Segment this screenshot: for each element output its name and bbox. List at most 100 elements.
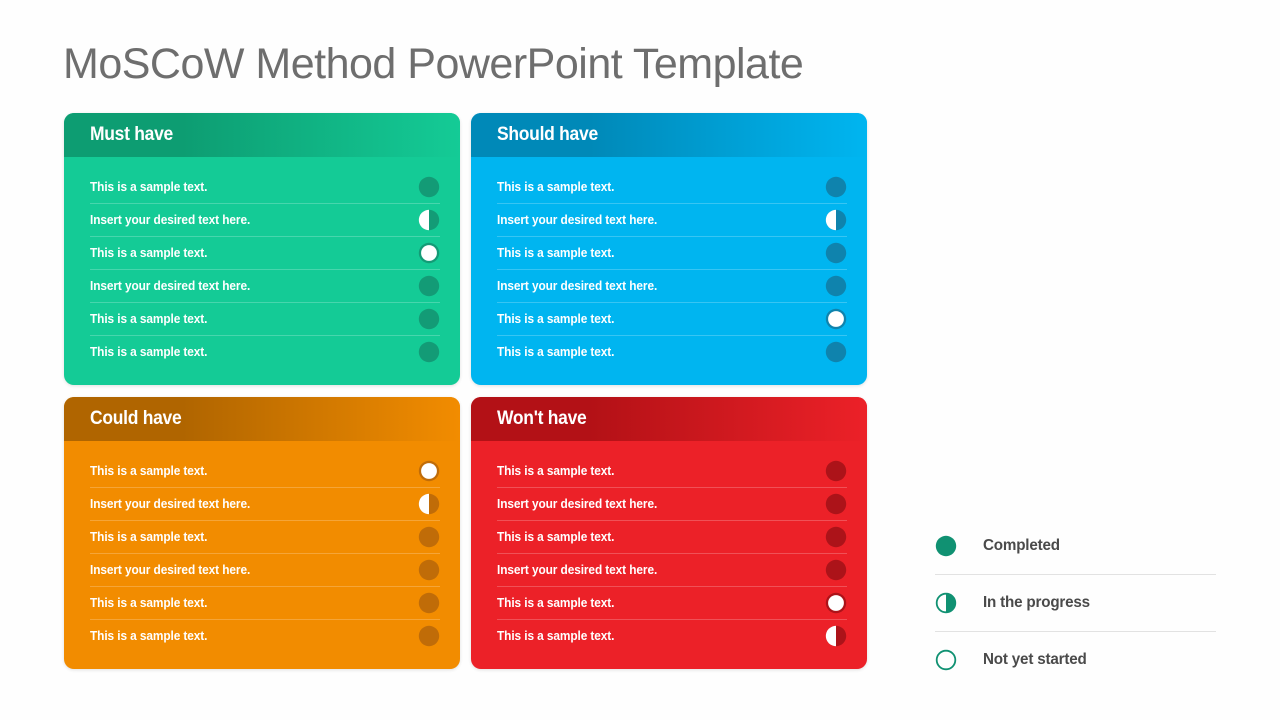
quadrant-row-list: This is a sample text. Insert your desire… — [471, 441, 867, 652]
in-progress-half-circle-icon — [935, 592, 957, 614]
status-in-progress-icon[interactable] — [418, 209, 440, 231]
task-row-label: This is a sample text. — [90, 463, 208, 478]
status-legend: Completed In the progress Not yet started — [935, 517, 1216, 688]
slide-canvas: MoSCoW Method PowerPoint Template Must h… — [0, 0, 1280, 720]
task-row-label: This is a sample text. — [90, 312, 208, 326]
task-row[interactable]: Insert your desired text here. — [90, 553, 440, 586]
quadrant-card-wont-have: Won't have This is a sample text. Insert y… — [471, 397, 867, 669]
status-completed-icon[interactable] — [825, 493, 847, 515]
task-row[interactable]: Insert your desired text here. — [497, 203, 847, 236]
task-row[interactable]: This is a sample text. — [90, 520, 440, 553]
task-row-label: This is a sample text. — [90, 530, 208, 544]
status-completed-icon[interactable] — [418, 625, 440, 647]
status-in-progress-icon[interactable] — [825, 625, 847, 647]
legend-item-completed: Completed — [935, 517, 1216, 574]
quadrant-header-must-have: Must have — [64, 113, 460, 157]
task-row-label: Insert your desired text here. — [90, 213, 251, 227]
task-row-label: This is a sample text. — [497, 312, 615, 326]
task-row[interactable]: Insert your desired text here. — [90, 203, 440, 236]
status-completed-icon[interactable] — [418, 308, 440, 330]
quadrant-title: Could have — [90, 408, 182, 429]
quadrant-header-could-have: Could have — [64, 397, 460, 441]
task-row-label: This is a sample text. — [90, 596, 208, 610]
task-row-label: This is a sample text. — [497, 596, 615, 610]
task-row-label: This is a sample text. — [497, 345, 615, 359]
quadrant-row-list: This is a sample text. Insert your desire… — [64, 441, 460, 652]
task-row-label: Insert your desired text here. — [497, 563, 658, 577]
quadrant-card-must-have: Must have This is a sample text. Insert yo… — [64, 113, 460, 385]
task-row-label: This is a sample text. — [90, 179, 208, 194]
task-row-label: This is a sample text. — [497, 179, 615, 194]
task-row[interactable]: This is a sample text. — [497, 236, 847, 269]
status-completed-icon[interactable] — [418, 592, 440, 614]
moscow-matrix: Must have This is a sample text. Insert yo… — [64, 113, 868, 669]
task-row[interactable]: Insert your desired text here. — [497, 269, 847, 302]
task-row[interactable]: This is a sample text. — [90, 586, 440, 619]
task-row[interactable]: Insert your desired text here. — [497, 553, 847, 586]
status-completed-icon[interactable] — [825, 526, 847, 548]
task-row-label: Insert your desired text here. — [90, 563, 251, 577]
legend-item-label: In the progress — [983, 594, 1090, 611]
task-row[interactable]: Insert your desired text here. — [497, 487, 847, 520]
task-row[interactable]: This is a sample text. — [497, 170, 847, 203]
legend-item-label: Completed — [983, 536, 1060, 554]
legend-item-in-progress: In the progress — [935, 574, 1216, 631]
task-row[interactable]: Insert your desired text here. — [90, 487, 440, 520]
status-completed-icon[interactable] — [418, 275, 440, 297]
status-not-started-icon[interactable] — [418, 460, 440, 482]
task-row[interactable]: This is a sample text. — [90, 619, 440, 652]
task-row[interactable]: This is a sample text. — [497, 619, 847, 652]
status-not-started-icon[interactable] — [825, 592, 847, 614]
status-in-progress-icon[interactable] — [418, 493, 440, 515]
quadrant-title: Won't have — [497, 408, 587, 429]
status-completed-icon[interactable] — [418, 341, 440, 363]
status-completed-icon[interactable] — [418, 176, 440, 198]
quadrant-row-list: This is a sample text. Insert your desire… — [64, 157, 460, 368]
status-in-progress-icon[interactable] — [825, 209, 847, 231]
task-row-label: Insert your desired text here. — [90, 279, 251, 293]
task-row[interactable]: This is a sample text. — [497, 454, 847, 487]
status-completed-icon[interactable] — [825, 275, 847, 297]
status-completed-icon[interactable] — [418, 526, 440, 548]
task-row-label: Insert your desired text here. — [497, 497, 658, 511]
task-row-label: This is a sample text. — [497, 463, 615, 478]
completed-circle-icon — [935, 535, 957, 557]
task-row[interactable]: This is a sample text. — [90, 302, 440, 335]
task-row-label: This is a sample text. — [497, 246, 615, 260]
status-completed-icon[interactable] — [825, 176, 847, 198]
task-row-label: This is a sample text. — [497, 629, 615, 643]
task-row-label: This is a sample text. — [90, 345, 208, 359]
status-completed-icon[interactable] — [418, 559, 440, 581]
legend-item-label: Not yet started — [983, 651, 1087, 668]
task-row[interactable]: This is a sample text. — [497, 335, 847, 368]
task-row-label: Insert your desired text here. — [497, 213, 658, 227]
task-row-label: This is a sample text. — [90, 629, 208, 643]
page-title: MoSCoW Method PowerPoint Template — [63, 40, 804, 88]
status-completed-icon[interactable] — [825, 559, 847, 581]
task-row[interactable]: This is a sample text. — [90, 170, 440, 203]
task-row[interactable]: This is a sample text. — [497, 586, 847, 619]
task-row[interactable]: This is a sample text. — [497, 302, 847, 335]
status-completed-icon[interactable] — [825, 341, 847, 363]
quadrant-title: Must have — [90, 124, 174, 145]
status-completed-icon[interactable] — [825, 242, 847, 264]
quadrant-card-could-have: Could have This is a sample text. Insert y… — [64, 397, 460, 669]
quadrant-card-should-have: Should have This is a sample text. Insert … — [471, 113, 867, 385]
not-started-ring-icon — [935, 649, 957, 671]
quadrant-header-wont-have: Won't have — [471, 397, 867, 441]
task-row[interactable]: This is a sample text. — [497, 520, 847, 553]
task-row[interactable]: This is a sample text. — [90, 236, 440, 269]
quadrant-header-should-have: Should have — [471, 113, 867, 157]
task-row[interactable]: Insert your desired text here. — [90, 269, 440, 302]
task-row-label: This is a sample text. — [90, 246, 208, 260]
task-row[interactable]: This is a sample text. — [90, 454, 440, 487]
status-not-started-icon[interactable] — [418, 242, 440, 264]
quadrant-title: Should have — [497, 124, 598, 145]
quadrant-row-list: This is a sample text. Insert your desire… — [471, 157, 867, 368]
legend-item-not-started: Not yet started — [935, 631, 1216, 688]
status-not-started-icon[interactable] — [825, 308, 847, 330]
task-row-label: This is a sample text. — [497, 530, 615, 544]
task-row[interactable]: This is a sample text. — [90, 335, 440, 368]
task-row-label: Insert your desired text here. — [497, 279, 658, 293]
status-completed-icon[interactable] — [825, 460, 847, 482]
